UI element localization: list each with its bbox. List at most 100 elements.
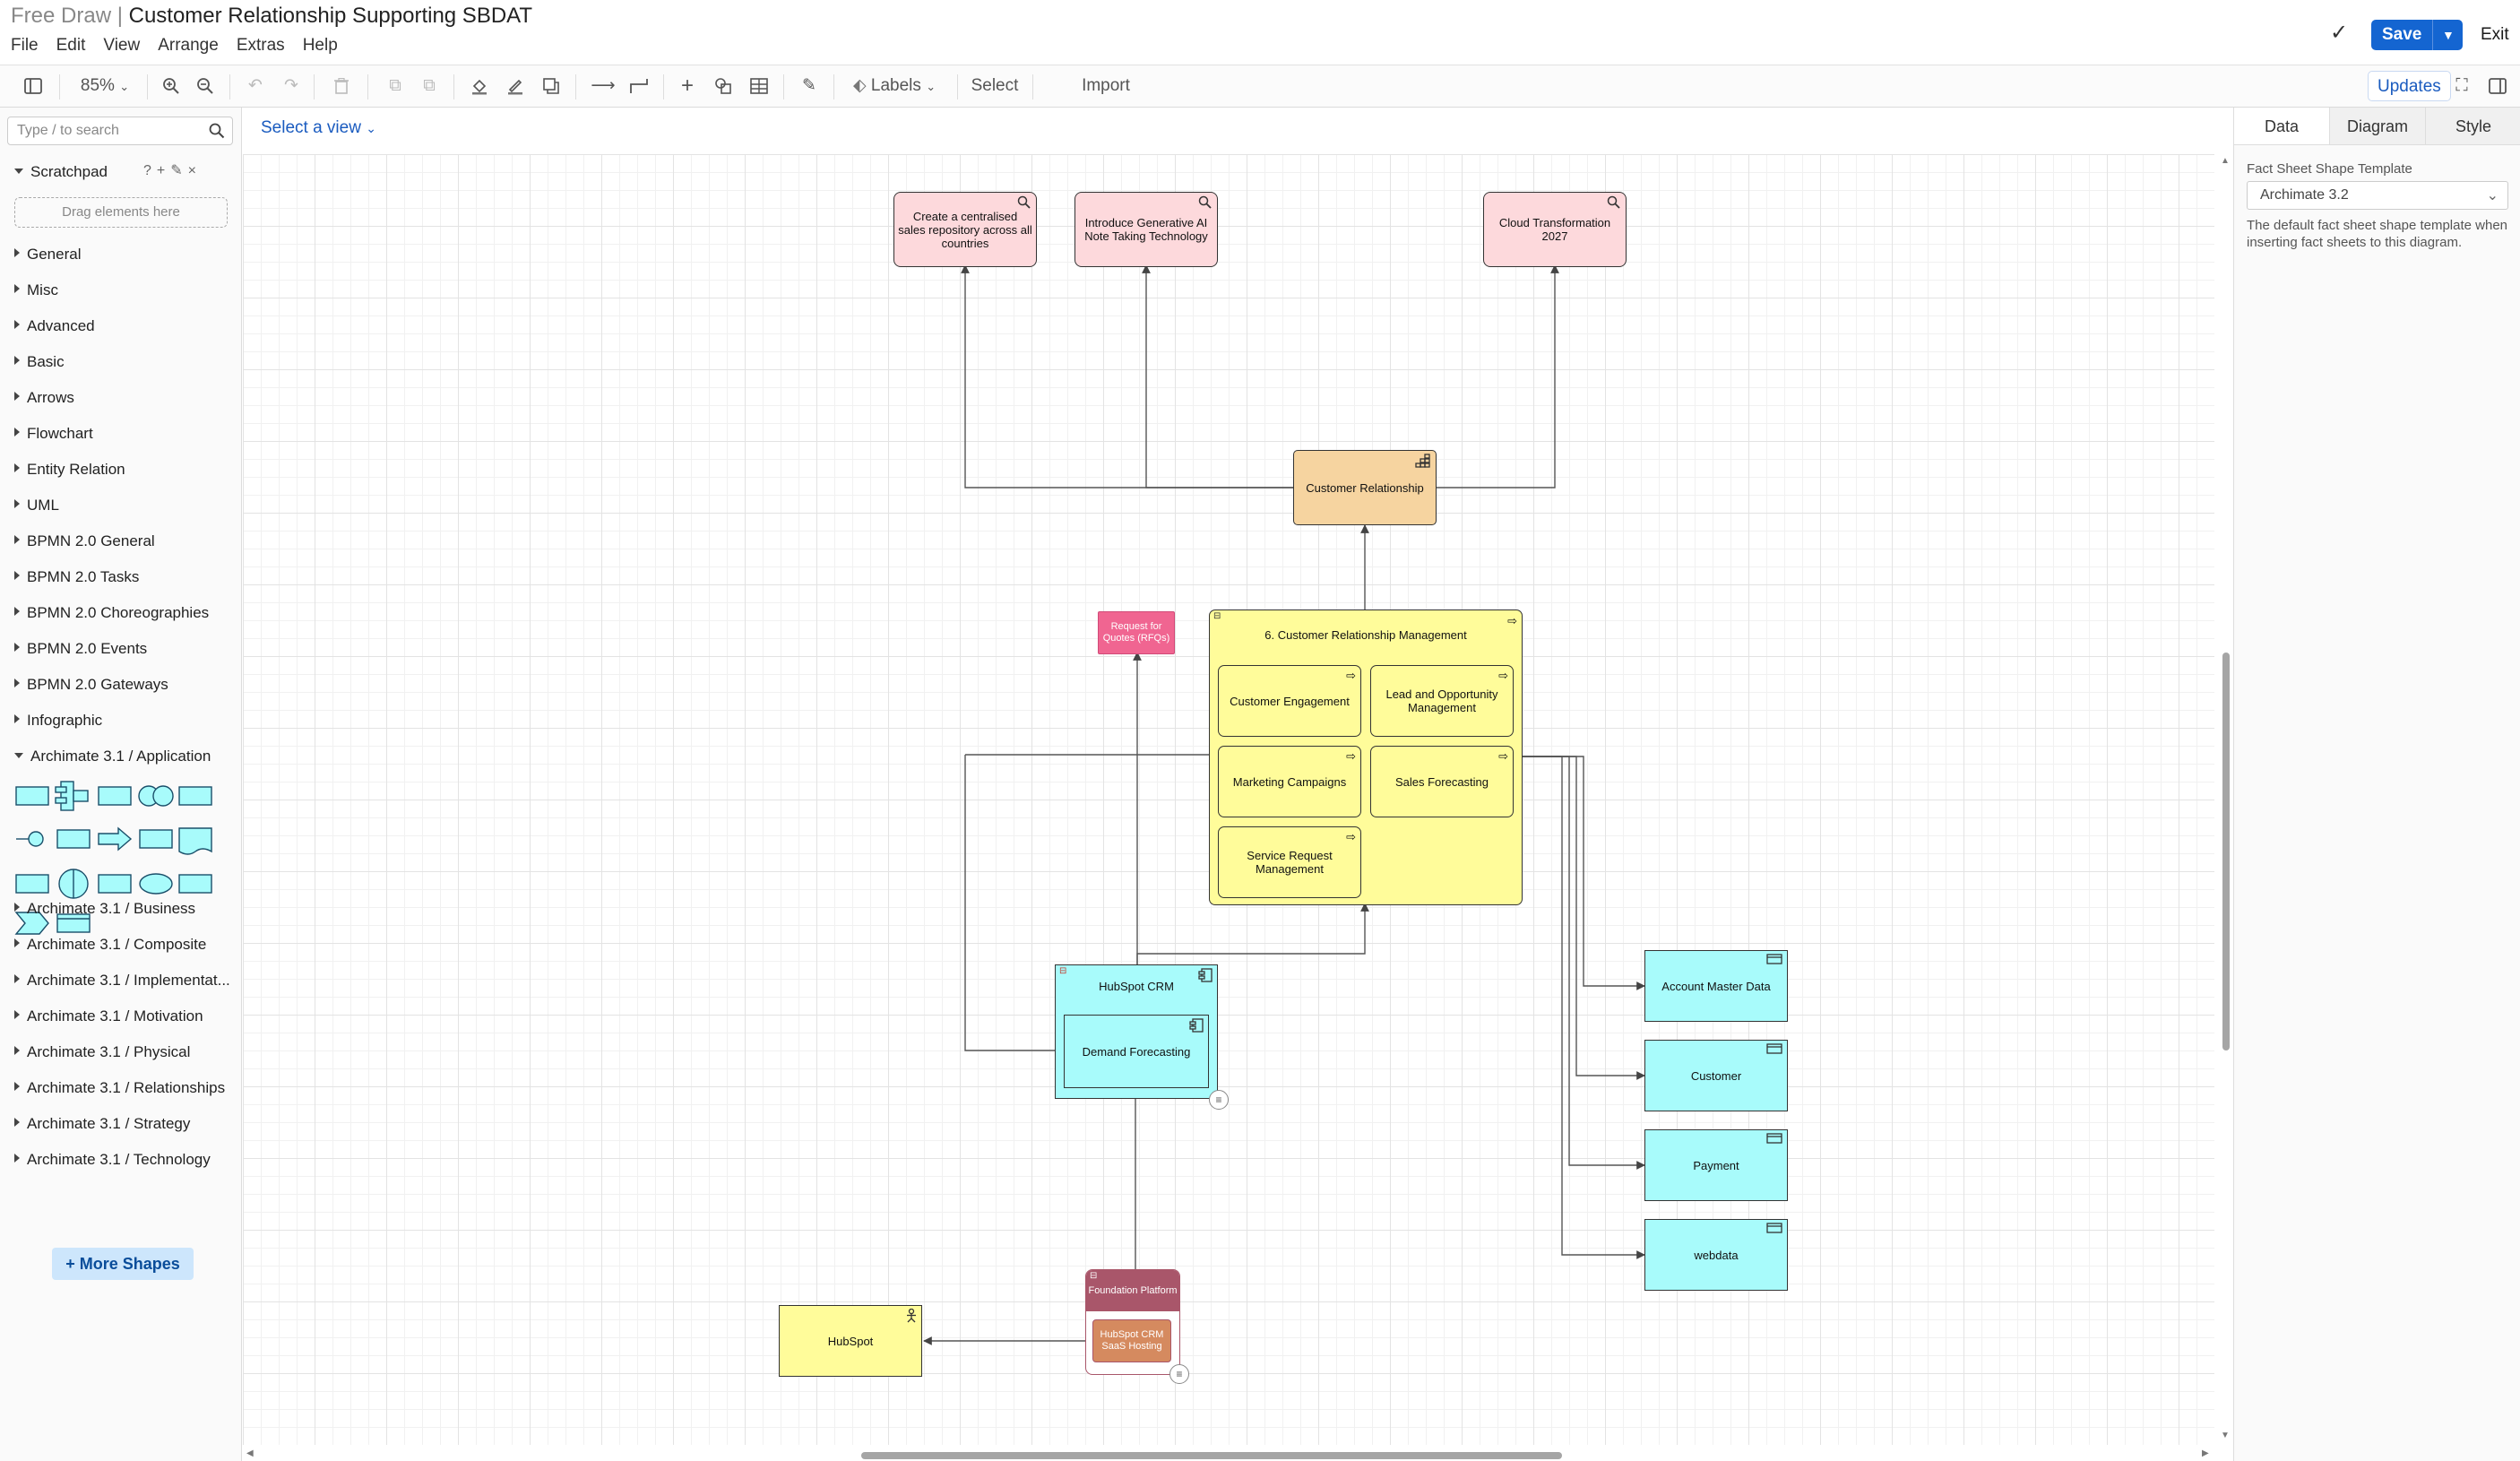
data-object-payment[interactable]: Payment xyxy=(1644,1129,1788,1201)
scratchpad-header[interactable]: Scratchpad xyxy=(14,163,108,181)
diagram-title[interactable]: Customer Relationship Supporting SBDAT xyxy=(129,4,532,28)
menu-extras[interactable]: Extras xyxy=(237,36,295,56)
rfq-element[interactable]: Request for Quotes (RFQs) xyxy=(1098,611,1175,654)
category-archimate-business[interactable]: Archimate 3.1 / Business xyxy=(14,900,195,918)
collapse-icon[interactable]: ⊟ xyxy=(1090,1272,1097,1281)
undo-icon[interactable]: ↶ xyxy=(242,71,269,101)
data-object-webdata[interactable]: webdata xyxy=(1644,1219,1788,1291)
search-input[interactable]: Type / to search xyxy=(7,117,233,145)
help-icon[interactable]: ? xyxy=(143,163,157,178)
category-advanced[interactable]: Advanced xyxy=(14,317,95,335)
to-front-icon[interactable]: ⧉ xyxy=(382,71,409,101)
waypoints-icon[interactable] xyxy=(624,71,654,101)
filter-badge-icon[interactable]: ≡ xyxy=(1169,1364,1189,1384)
exit-button[interactable]: Exit xyxy=(2475,20,2515,50)
category-bpmn-general[interactable]: BPMN 2.0 General xyxy=(14,532,155,550)
zoom-in-icon[interactable] xyxy=(158,71,185,101)
category-bpmn-gateways[interactable]: BPMN 2.0 Gateways xyxy=(14,676,168,694)
updates-button[interactable]: Updates xyxy=(2368,71,2451,101)
insert-plus-icon[interactable]: + xyxy=(674,71,701,101)
category-basic[interactable]: Basic xyxy=(14,353,65,371)
data-object-customer[interactable]: Customer xyxy=(1644,1040,1788,1111)
scroll-left-icon[interactable]: ◀ xyxy=(246,1448,254,1458)
objective-cloud-transformation[interactable]: Cloud Transformation 2027 xyxy=(1483,192,1627,267)
objective-centralised-sales[interactable]: Create a centralised sales repository ac… xyxy=(893,192,1037,267)
zoom-out-icon[interactable] xyxy=(192,71,219,101)
add-icon[interactable]: + xyxy=(157,163,170,178)
shapes-icon[interactable] xyxy=(710,71,737,101)
table-icon[interactable] xyxy=(746,71,772,101)
zoom-select[interactable]: 85% ⌄ xyxy=(73,71,136,101)
application-demand-forecasting[interactable]: Demand Forecasting xyxy=(1064,1015,1209,1088)
vertical-scrollbar[interactable]: ▲ ▼ xyxy=(2219,154,2231,1445)
redo-icon[interactable]: ↷ xyxy=(278,71,305,101)
process-sales-forecasting[interactable]: ⇨ Sales Forecasting xyxy=(1370,746,1514,817)
scroll-right-icon[interactable]: ▶ xyxy=(2202,1448,2209,1458)
horizontal-scroll-thumb[interactable] xyxy=(861,1452,1562,1459)
more-shapes-button[interactable]: + More Shapes xyxy=(52,1248,194,1280)
category-archimate-motivation[interactable]: Archimate 3.1 / Motivation xyxy=(14,1007,203,1025)
category-bpmn-tasks[interactable]: BPMN 2.0 Tasks xyxy=(14,568,139,586)
save-button[interactable]: Save xyxy=(2371,20,2433,50)
canvas-grid[interactable]: Create a centralised sales repository ac… xyxy=(243,154,2214,1445)
provider-hubspot[interactable]: HubSpot xyxy=(779,1305,922,1377)
vertical-scroll-thumb[interactable] xyxy=(2222,653,2230,1050)
import-diagrams-button[interactable]: Import Diagrams xyxy=(1043,71,1169,125)
view-select-dropdown[interactable]: Select a view ⌄ xyxy=(261,118,376,138)
freehand-icon[interactable]: ✎ xyxy=(796,71,823,101)
scratchpad-drop-zone[interactable]: Drag elements here xyxy=(14,197,228,228)
menu-edit[interactable]: Edit xyxy=(56,36,96,56)
menu-file[interactable]: File xyxy=(11,36,48,56)
edit-icon[interactable]: ✎ xyxy=(170,163,187,178)
line-color-icon[interactable] xyxy=(502,71,529,101)
tab-style[interactable]: Style xyxy=(2425,108,2520,144)
category-entity-relation[interactable]: Entity Relation xyxy=(14,461,125,479)
category-arrows[interactable]: Arrows xyxy=(14,389,74,407)
select-button[interactable]: Select xyxy=(968,71,1022,101)
scroll-down-icon[interactable]: ▼ xyxy=(2221,1431,2230,1440)
category-archimate-strategy[interactable]: Archimate 3.1 / Strategy xyxy=(14,1115,190,1133)
objective-generative-ai[interactable]: Introduce Generative AI Note Taking Tech… xyxy=(1074,192,1218,267)
category-bpmn-choreographies[interactable]: BPMN 2.0 Choreographies xyxy=(14,604,209,622)
fill-color-icon[interactable] xyxy=(466,71,493,101)
process-customer-engagement[interactable]: ⇨ Customer Engagement xyxy=(1218,665,1361,737)
fullscreen-icon[interactable]: ⛶ xyxy=(2448,71,2475,101)
category-archimate-physical[interactable]: Archimate 3.1 / Physical xyxy=(14,1043,190,1061)
process-lead-and-opportunity[interactable]: ⇨ Lead and Opportunity Management xyxy=(1370,665,1514,737)
connection-arrow-icon[interactable]: ⟶ xyxy=(588,71,618,101)
platform-hubspot-saas-hosting[interactable]: HubSpot CRM SaaS Hosting xyxy=(1092,1319,1171,1362)
category-archimate-application[interactable]: Archimate 3.1 / Application xyxy=(14,748,211,765)
fact-sheet-template-select[interactable]: Archimate 3.2 ⌄ xyxy=(2247,181,2508,210)
category-archimate-technology[interactable]: Archimate 3.1 / Technology xyxy=(14,1151,211,1169)
category-flowchart[interactable]: Flowchart xyxy=(14,425,93,443)
category-uml[interactable]: UML xyxy=(14,497,59,514)
category-bpmn-events[interactable]: BPMN 2.0 Events xyxy=(14,640,147,658)
collapse-icon[interactable]: ⊟ xyxy=(1213,612,1221,621)
horizontal-scrollbar[interactable]: ◀ ▶ xyxy=(243,1447,2214,1461)
scroll-up-icon[interactable]: ▲ xyxy=(2221,156,2230,166)
category-archimate-composite[interactable]: Archimate 3.1 / Composite xyxy=(14,936,206,954)
close-icon[interactable]: × xyxy=(188,163,202,178)
save-dropdown-button[interactable]: ▼ xyxy=(2432,20,2464,50)
collapse-icon[interactable]: ⊟ xyxy=(1059,967,1066,976)
sidebar-toggle-icon[interactable] xyxy=(18,71,48,101)
capability-customer-relationship[interactable]: Customer Relationship xyxy=(1293,450,1437,525)
category-misc[interactable]: Misc xyxy=(14,281,58,299)
category-archimate-relationships[interactable]: Archimate 3.1 / Relationships xyxy=(14,1079,225,1097)
filter-badge-icon[interactable]: ≡ xyxy=(1209,1090,1229,1110)
menu-view[interactable]: View xyxy=(103,36,150,56)
checkmark-icon[interactable]: ✓ xyxy=(2330,20,2348,46)
menu-arrange[interactable]: Arrange xyxy=(158,36,229,56)
category-archimate-implementation[interactable]: Archimate 3.1 / Implementat... xyxy=(14,972,230,990)
category-general[interactable]: General xyxy=(14,246,81,264)
search-icon[interactable] xyxy=(209,123,225,143)
to-back-icon[interactable]: ⧉ xyxy=(416,71,443,101)
process-marketing-campaigns[interactable]: ⇨ Marketing Campaigns xyxy=(1218,746,1361,817)
shadow-icon[interactable] xyxy=(538,71,565,101)
diagram-canvas[interactable]: Select a view ⌄ Create a centralised sal… xyxy=(243,108,2233,1461)
delete-icon[interactable] xyxy=(328,71,355,101)
process-service-request[interactable]: ⇨ Service Request Management xyxy=(1218,826,1361,898)
labels-dropdown[interactable]: ⬖ Labels ⌄ xyxy=(853,71,946,101)
data-object-account-master[interactable]: Account Master Data xyxy=(1644,950,1788,1022)
category-infographic[interactable]: Infographic xyxy=(14,712,102,730)
